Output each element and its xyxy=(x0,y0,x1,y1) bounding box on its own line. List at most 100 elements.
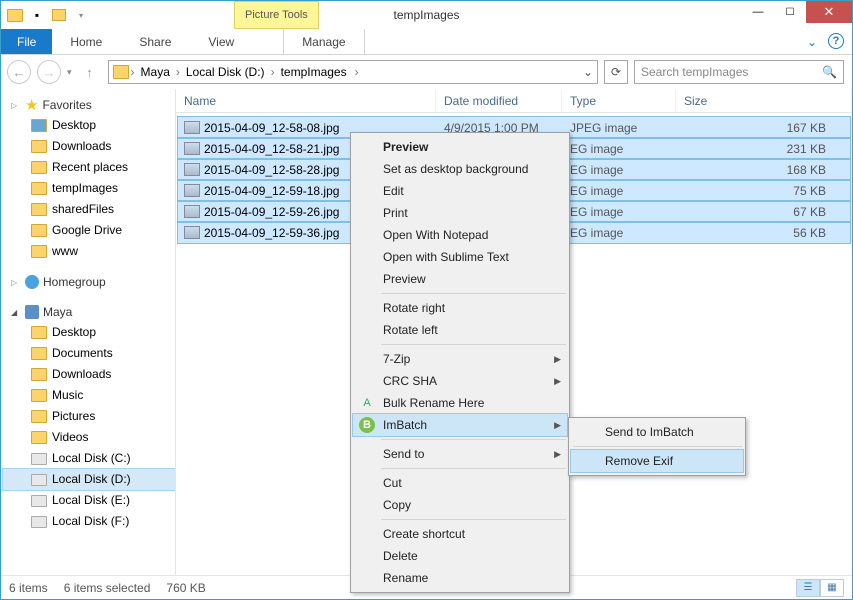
file-type: EG image xyxy=(562,184,676,198)
close-button[interactable] xyxy=(806,1,852,23)
forward-button[interactable]: → xyxy=(37,60,61,84)
star-icon: ★ xyxy=(25,96,38,115)
menu-rotate-left[interactable]: Rotate left xyxy=(353,319,567,341)
new-folder-icon[interactable] xyxy=(49,5,69,25)
nav-item-disk-d[interactable]: Local Disk (D:) xyxy=(3,469,175,490)
menu-rotate-right[interactable]: Rotate right xyxy=(353,297,567,319)
column-date[interactable]: Date modified xyxy=(436,89,562,112)
details-view-button[interactable]: ☰ xyxy=(796,579,820,597)
file-tab[interactable]: File xyxy=(1,29,52,54)
address-bar[interactable]: Maya Local Disk (D:) tempImages ⌄ xyxy=(108,60,598,84)
menu-create-shortcut[interactable]: Create shortcut xyxy=(353,523,567,545)
nav-item-recent[interactable]: Recent places xyxy=(3,157,175,178)
nav-item-pictures[interactable]: Pictures xyxy=(3,406,175,427)
breadcrumb-folder[interactable]: tempImages xyxy=(277,65,351,79)
image-icon xyxy=(184,226,200,239)
properties-icon[interactable]: ▪ xyxy=(27,5,47,25)
favorites-header[interactable]: ★Favorites xyxy=(3,95,175,115)
up-button[interactable]: ↑ xyxy=(78,60,102,84)
submenu-send-to-imbatch[interactable]: Send to ImBatch xyxy=(571,421,743,443)
file-name: 2015-04-09_12-59-18.jpg xyxy=(204,184,339,198)
history-dropdown-icon[interactable]: ▾ xyxy=(67,67,72,78)
ribbon-collapse-icon[interactable]: ⌄ xyxy=(800,29,824,54)
nav-item-music[interactable]: Music xyxy=(3,385,175,406)
title-bar: ▪ ▾ Picture Tools tempImages xyxy=(1,1,852,29)
folder-icon xyxy=(31,224,47,237)
menu-edit[interactable]: Edit xyxy=(353,180,567,202)
help-icon[interactable]: ? xyxy=(828,33,844,49)
nav-item-disk-f[interactable]: Local Disk (F:) xyxy=(3,511,175,532)
menu-crc-sha[interactable]: CRC SHA xyxy=(353,370,567,392)
minimize-button[interactable] xyxy=(742,1,774,23)
nav-item-videos[interactable]: Videos xyxy=(3,427,175,448)
menu-imbatch[interactable]: BImBatch xyxy=(353,414,567,436)
nav-item-sharedfiles[interactable]: sharedFiles xyxy=(3,199,175,220)
nav-item-downloads[interactable]: Downloads xyxy=(3,136,175,157)
view-buttons: ☰ ▦ xyxy=(796,579,844,597)
breadcrumb-drive[interactable]: Local Disk (D:) xyxy=(182,65,269,79)
file-size: 67 KB xyxy=(676,205,850,219)
nav-item-desktop2[interactable]: Desktop xyxy=(3,322,175,343)
menu-delete[interactable]: Delete xyxy=(353,545,567,567)
back-button[interactable]: ← xyxy=(7,60,31,84)
menu-open-sublime[interactable]: Open with Sublime Text xyxy=(353,246,567,268)
address-dropdown-icon[interactable]: ⌄ xyxy=(579,65,597,79)
folder-icon xyxy=(31,119,47,132)
search-input[interactable]: Search tempImages 🔍 xyxy=(634,60,844,84)
file-type: EG image xyxy=(562,226,676,240)
menu-print[interactable]: Print xyxy=(353,202,567,224)
menu-send-to[interactable]: Send to xyxy=(353,443,567,465)
menu-set-background[interactable]: Set as desktop background xyxy=(353,158,567,180)
drive-icon xyxy=(31,495,47,507)
file-type: EG image xyxy=(562,163,676,177)
menu-cut[interactable]: Cut xyxy=(353,472,567,494)
file-size: 168 KB xyxy=(676,163,850,177)
column-size[interactable]: Size xyxy=(676,89,852,112)
menu-rename[interactable]: Rename xyxy=(353,567,567,589)
nav-item-documents[interactable]: Documents xyxy=(3,343,175,364)
nav-item-downloads2[interactable]: Downloads xyxy=(3,364,175,385)
manage-tab[interactable]: Manage xyxy=(283,29,364,54)
file-name: 2015-04-09_12-58-28.jpg xyxy=(204,163,339,177)
folder-icon xyxy=(31,347,47,360)
submenu-remove-exif[interactable]: Remove Exif xyxy=(571,450,743,472)
folder-icon xyxy=(31,389,47,402)
column-name[interactable]: Name xyxy=(176,89,436,112)
folder-icon xyxy=(113,65,129,79)
nav-item-tempimages[interactable]: tempImages xyxy=(3,178,175,199)
menu-bulk-rename[interactable]: ABulk Rename Here xyxy=(353,392,567,414)
icons-view-button[interactable]: ▦ xyxy=(820,579,844,597)
menu-preview2[interactable]: Preview xyxy=(353,268,567,290)
homegroup-header[interactable]: Homegroup xyxy=(3,272,175,292)
breadcrumb-root[interactable]: Maya xyxy=(137,65,174,79)
nav-item-googledrive[interactable]: Google Drive xyxy=(3,220,175,241)
nav-item-disk-e[interactable]: Local Disk (E:) xyxy=(3,490,175,511)
file-size: 167 KB xyxy=(676,121,850,135)
file-size: 75 KB xyxy=(676,184,850,198)
folder-icon xyxy=(31,140,47,153)
contextual-tab-label: Picture Tools xyxy=(234,1,319,29)
menu-7zip[interactable]: 7-Zip xyxy=(353,348,567,370)
image-icon xyxy=(184,205,200,218)
share-tab[interactable]: Share xyxy=(121,29,190,54)
nav-item-desktop[interactable]: Desktop xyxy=(3,115,175,136)
nav-item-disk-c[interactable]: Local Disk (C:) xyxy=(3,448,175,469)
menu-preview[interactable]: Preview xyxy=(353,136,567,158)
column-type[interactable]: Type xyxy=(562,89,676,112)
home-tab[interactable]: Home xyxy=(52,29,121,54)
refresh-button[interactable]: ⟳ xyxy=(604,60,628,84)
ribbon-tabs: File Home Share View Manage ⌄ ? xyxy=(1,29,852,55)
nav-item-www[interactable]: www xyxy=(3,241,175,262)
image-icon xyxy=(184,184,200,197)
file-name: 2015-04-09_12-59-36.jpg xyxy=(204,226,339,240)
menu-open-notepad[interactable]: Open With Notepad xyxy=(353,224,567,246)
qat-dropdown-icon[interactable]: ▾ xyxy=(71,5,91,25)
context-submenu-imbatch: Send to ImBatch Remove Exif xyxy=(568,417,746,476)
computer-header[interactable]: Maya xyxy=(3,302,175,322)
folder-icon xyxy=(5,5,25,25)
navigation-pane: ★Favorites Desktop Downloads Recent plac… xyxy=(1,89,176,575)
menu-copy[interactable]: Copy xyxy=(353,494,567,516)
drive-icon xyxy=(31,516,47,528)
maximize-button[interactable] xyxy=(774,1,806,23)
view-tab[interactable]: View xyxy=(190,29,253,54)
